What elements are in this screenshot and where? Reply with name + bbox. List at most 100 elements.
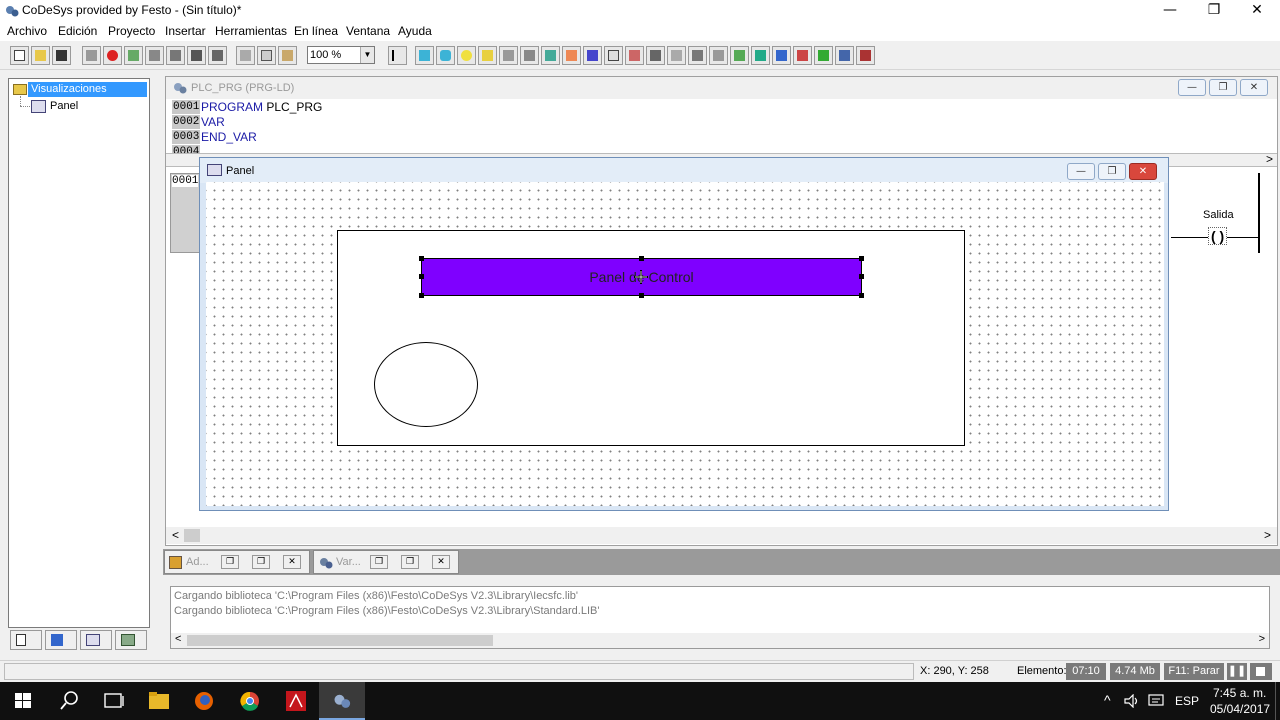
login-button[interactable] <box>187 46 206 65</box>
code-line[interactable]: PROGRAM PLC_PRG <box>201 100 322 114</box>
scrollbar-tool-button[interactable] <box>709 46 728 65</box>
coil[interactable]: ( ) <box>1208 227 1228 245</box>
tab-restore-button[interactable]: ❐ <box>370 555 388 569</box>
logout-button[interactable] <box>208 46 227 65</box>
tab-pous[interactable] <box>10 630 42 650</box>
meter-tool-button[interactable] <box>730 46 749 65</box>
menu-ventana[interactable]: Ventana <box>346 24 390 38</box>
tab-resources[interactable] <box>115 630 147 650</box>
tree-item-panel[interactable]: Panel <box>50 100 78 112</box>
polygon-tool-button[interactable] <box>478 46 497 65</box>
chevron-up-icon[interactable]: ^ <box>1104 692 1111 708</box>
plc-prg-minimize-button[interactable]: — <box>1178 79 1206 96</box>
acrobat-icon[interactable] <box>273 682 319 720</box>
code-line[interactable]: END_VAR <box>201 130 257 144</box>
selection-handle[interactable] <box>419 274 424 279</box>
firefox-icon[interactable] <box>181 682 227 720</box>
tree-item-visualizaciones[interactable]: Visualizaciones <box>28 82 147 97</box>
message-scrollbar[interactable]: < > <box>171 633 1269 648</box>
tab-data-types[interactable] <box>45 630 77 650</box>
selection-handle[interactable] <box>859 274 864 279</box>
chrome-icon[interactable] <box>227 682 273 720</box>
step-button[interactable] <box>145 46 164 65</box>
selection-handle[interactable] <box>419 256 424 261</box>
volume-icon[interactable] <box>1123 694 1141 708</box>
paste-button[interactable] <box>278 46 297 65</box>
taskbar-date[interactable]: 05/04/2017 <box>1210 702 1270 716</box>
copy-button[interactable] <box>257 46 276 65</box>
message-icon[interactable] <box>1148 694 1164 708</box>
file-explorer-icon[interactable] <box>136 682 182 720</box>
chevron-right-icon[interactable]: > <box>1264 528 1271 542</box>
selection-handle[interactable] <box>859 293 864 298</box>
chevron-right-icon[interactable]: > <box>1266 152 1273 166</box>
search-icon[interactable] <box>46 682 92 720</box>
ellipse-tool-button[interactable] <box>457 46 476 65</box>
task-view-icon[interactable] <box>91 682 137 720</box>
tab-visualizations[interactable] <box>80 630 112 650</box>
new-file-button[interactable] <box>10 46 29 65</box>
polyline-tool-button[interactable] <box>499 46 518 65</box>
alarm-table-tool-button[interactable] <box>793 46 812 65</box>
code-line[interactable]: VAR <box>201 115 225 129</box>
menu-archivo[interactable]: Archivo <box>7 24 47 38</box>
run-button[interactable] <box>124 46 143 65</box>
menu-edicion[interactable]: Edición <box>58 24 97 38</box>
curve-tool-button[interactable] <box>520 46 539 65</box>
recipe-tool-button[interactable] <box>856 46 875 65</box>
pie-tool-button[interactable] <box>541 46 560 65</box>
show-desktop-button[interactable] <box>1275 682 1280 720</box>
histogram-tool-button[interactable] <box>772 46 791 65</box>
open-file-button[interactable] <box>31 46 50 65</box>
chevron-right-icon[interactable]: > <box>1259 633 1265 645</box>
menu-ayuda[interactable]: Ayuda <box>398 24 432 38</box>
tab-var[interactable]: Var... ❐ ❐ ✕ <box>313 550 459 574</box>
stop-button[interactable] <box>103 46 122 65</box>
chevron-left-icon[interactable]: < <box>175 633 181 645</box>
panel-minimize-button[interactable]: — <box>1067 163 1095 180</box>
grid-tool-button[interactable] <box>688 46 707 65</box>
rounded-rect-tool-button[interactable] <box>436 46 455 65</box>
taskbar-time[interactable]: 7:45 a. m. <box>1213 686 1266 700</box>
visualization-tree[interactable] <box>8 78 150 628</box>
ellipse-element[interactable] <box>374 342 478 427</box>
selection-handle[interactable] <box>859 256 864 261</box>
scrollbar-thumb[interactable] <box>184 529 200 542</box>
rectangle-tool-button[interactable] <box>415 46 434 65</box>
tab-maximize-button[interactable]: ❐ <box>401 555 419 569</box>
codesys-taskbar-button[interactable] <box>319 682 365 720</box>
selection-handle[interactable] <box>639 256 644 261</box>
language-indicator[interactable]: ESP <box>1175 694 1199 708</box>
bitmap-tool-button[interactable] <box>562 46 581 65</box>
tab-close-button[interactable]: ✕ <box>432 555 450 569</box>
menu-herramientas[interactable]: Herramientas <box>215 24 287 38</box>
selection-handle[interactable] <box>419 293 424 298</box>
tab-restore-button[interactable]: ❐ <box>221 555 239 569</box>
trend-tool-button[interactable] <box>814 46 833 65</box>
slider-tool-button[interactable] <box>835 46 854 65</box>
breakpoint-button[interactable] <box>166 46 185 65</box>
tab-maximize-button[interactable]: ❐ <box>252 555 270 569</box>
scrollbar-thumb[interactable] <box>187 635 493 646</box>
menu-insertar[interactable]: Insertar <box>165 24 206 38</box>
plc-prg-restore-button[interactable]: ❐ <box>1209 79 1237 96</box>
plc-prg-close-button[interactable]: ✕ <box>1240 79 1268 96</box>
tab-close-button[interactable]: ✕ <box>283 555 301 569</box>
compile-button[interactable] <box>82 46 101 65</box>
zoom-select[interactable]: 100 % ▼ <box>307 46 375 64</box>
coil-label[interactable]: Salida <box>1203 209 1234 221</box>
menu-proyecto[interactable]: Proyecto <box>108 24 155 38</box>
maximize-button[interactable]: ❐ <box>1192 0 1236 21</box>
tab-ad[interactable]: Ad... ❐ ❐ ✕ <box>164 550 310 574</box>
menu-en-linea[interactable]: En línea <box>294 24 338 38</box>
close-button[interactable]: ✕ <box>1235 0 1279 21</box>
visualization-tool-button[interactable] <box>583 46 602 65</box>
cut-button[interactable] <box>236 46 255 65</box>
save-button[interactable] <box>52 46 71 65</box>
table-tool-button[interactable] <box>646 46 665 65</box>
windows-start-icon[interactable] <box>0 682 46 720</box>
select-cursor-button[interactable] <box>388 46 407 65</box>
horizontal-scrollbar[interactable]: < > <box>166 527 1277 544</box>
panel-restore-button[interactable]: ❐ <box>1098 163 1126 180</box>
minimize-button[interactable]: — <box>1148 0 1192 21</box>
